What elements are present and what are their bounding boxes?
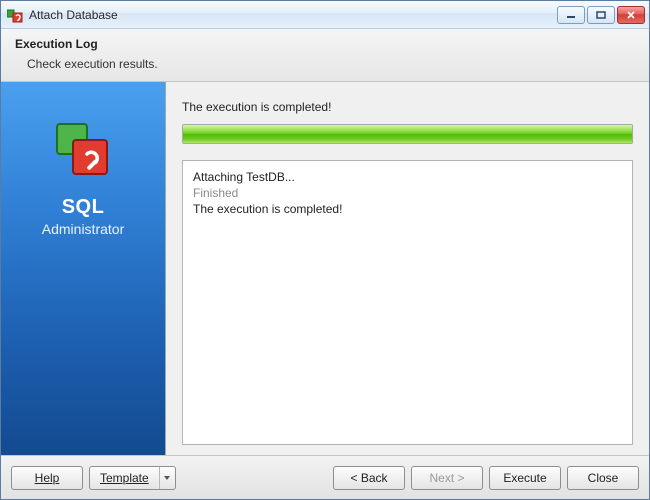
maximize-icon <box>596 11 606 19</box>
window-controls <box>557 6 645 24</box>
maximize-button[interactable] <box>587 6 615 24</box>
template-dropdown-toggle[interactable] <box>159 467 175 489</box>
page-title: Execution Log <box>15 37 635 51</box>
page-subtitle: Check execution results. <box>27 57 635 71</box>
execute-button[interactable]: Execute <box>489 466 561 490</box>
template-button-label: Template <box>90 467 159 489</box>
minimize-icon <box>566 11 576 19</box>
help-button-label: Help <box>35 471 60 485</box>
log-line: The execution is completed! <box>193 201 622 217</box>
window-title: Attach Database <box>29 8 557 22</box>
status-text: The execution is completed! <box>182 100 633 114</box>
log-line: Attaching TestDB... <box>193 169 622 185</box>
log-output[interactable]: Attaching TestDB...FinishedThe execution… <box>182 160 633 445</box>
app-icon <box>7 7 23 23</box>
progress-bar <box>182 124 633 144</box>
header-panel: Execution Log Check execution results. <box>1 29 649 82</box>
main-panel: The execution is completed! Attaching Te… <box>166 82 649 455</box>
next-button: Next > <box>411 466 483 490</box>
back-button-label: < Back <box>350 471 387 485</box>
product-title: SQL <box>62 196 105 219</box>
back-button[interactable]: < Back <box>333 466 405 490</box>
dialog-window: Attach Database Execution Log Check exec… <box>0 0 650 500</box>
sidebar: SQL Administrator <box>1 82 166 455</box>
close-icon <box>626 11 636 19</box>
product-icon <box>51 118 115 182</box>
template-button[interactable]: Template <box>89 466 176 490</box>
close-button-label: Close <box>588 471 619 485</box>
close-window-button[interactable] <box>617 6 645 24</box>
content-row: SQL Administrator The execution is compl… <box>1 82 649 455</box>
next-button-label: Next > <box>429 471 464 485</box>
close-button[interactable]: Close <box>567 466 639 490</box>
log-line: Finished <box>193 185 622 201</box>
button-bar: Help Template < Back Next > Execute Clos… <box>1 455 649 499</box>
execute-button-label: Execute <box>503 471 546 485</box>
progress-fill <box>183 125 632 143</box>
chevron-down-icon <box>164 476 170 480</box>
help-button[interactable]: Help <box>11 466 83 490</box>
minimize-button[interactable] <box>557 6 585 24</box>
product-subtitle: Administrator <box>42 221 124 237</box>
titlebar[interactable]: Attach Database <box>1 1 649 29</box>
